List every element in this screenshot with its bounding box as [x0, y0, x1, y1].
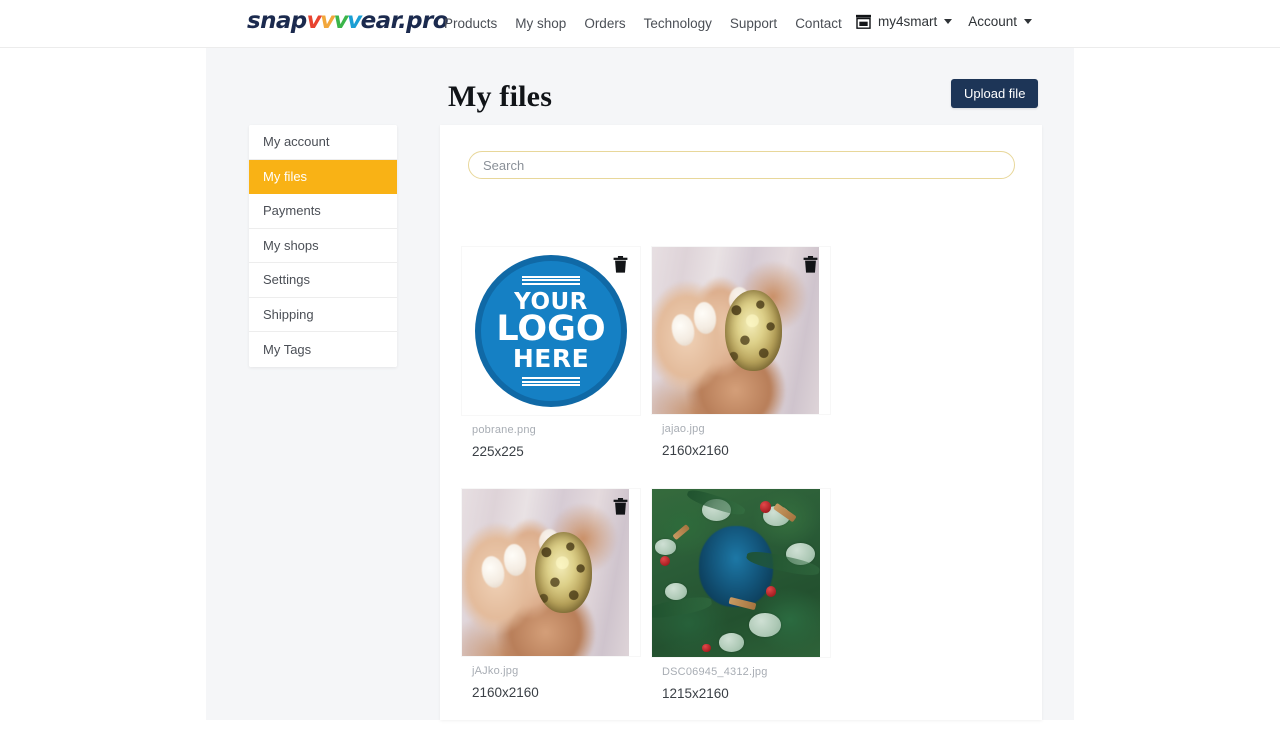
shop-selector-label: my4smart [878, 14, 938, 29]
chevron-down-icon [1024, 19, 1033, 24]
chevron-down-icon [944, 19, 953, 24]
logo-bars-top [522, 275, 580, 285]
account-sidebar-menu: My account My files Payments My shops Se… [249, 125, 397, 367]
nav-link-contact[interactable]: Contact [795, 16, 842, 31]
nav-link-my-shop[interactable]: My shop [515, 16, 566, 31]
file-thumbnail-container [652, 489, 830, 657]
file-thumbnail-container: YOUR LOGO HERE [462, 247, 640, 415]
account-menu-dropdown[interactable]: Account [968, 14, 1033, 29]
logo-line-3: HERE [512, 343, 590, 373]
header-right-controls: my4smart Account [855, 14, 1033, 29]
nav-link-technology[interactable]: Technology [644, 16, 712, 31]
logo-text-pre: snap [247, 8, 307, 34]
nav-link-support[interactable]: Support [730, 16, 777, 31]
file-card[interactable]: jAJko.jpg 2160x2160 [462, 489, 652, 701]
main-navigation: Products My shop Orders Technology Suppo… [444, 16, 842, 31]
shop-selector-dropdown[interactable]: my4smart [855, 14, 953, 29]
file-dimensions: 225x225 [472, 444, 524, 459]
file-dimensions: 2160x2160 [662, 443, 729, 458]
trash-icon[interactable] [613, 498, 628, 515]
file-name: pobrane.png [472, 424, 536, 436]
file-thumbnail-container [462, 489, 640, 656]
files-grid: YOUR LOGO HERE pobrane.png 225x225 jajao… [462, 247, 1022, 731]
file-card[interactable]: jajao.jpg 2160x2160 [652, 247, 842, 459]
sidebar-item-payments[interactable]: Payments [249, 194, 397, 229]
page-content-area: My files Upload file My account My files… [206, 48, 1074, 720]
top-header-bar: snapvvvvear.pro Products My shop Orders … [0, 0, 1280, 48]
photo-hand-holding-egg [462, 489, 629, 656]
photo-christmas-wreath [652, 489, 820, 657]
nav-link-products[interactable]: Products [444, 16, 497, 31]
file-name: jajao.jpg [662, 423, 705, 435]
search-container [468, 151, 1015, 179]
logo-bars-bottom [522, 377, 580, 387]
file-thumbnail-container [652, 247, 830, 414]
logo-line-2: LOGO [496, 309, 606, 350]
sidebar-item-my-shops[interactable]: My shops [249, 228, 397, 263]
logo-placeholder-thumb: YOUR LOGO HERE [475, 255, 627, 407]
upload-file-button[interactable]: Upload file [951, 79, 1039, 108]
file-card[interactable]: DSC06945_4312.jpg 1215x2160 [652, 489, 842, 701]
file-dimensions: 2160x2160 [472, 685, 539, 700]
file-card[interactable]: YOUR LOGO HERE pobrane.png 225x225 [462, 247, 652, 459]
site-logo[interactable]: snapvvvvear.pro [247, 8, 449, 34]
logo-text-post: ear.pro [360, 8, 449, 34]
photo-hand-holding-egg [652, 247, 819, 414]
sidebar-item-my-files[interactable]: My files [249, 159, 397, 194]
trash-icon[interactable] [803, 256, 818, 273]
file-dimensions: 1215x2160 [662, 686, 729, 701]
store-icon [856, 14, 871, 29]
file-name: jAJko.jpg [472, 665, 519, 677]
files-panel: YOUR LOGO HERE pobrane.png 225x225 [440, 125, 1042, 720]
nav-link-orders[interactable]: Orders [584, 16, 625, 31]
search-input[interactable] [468, 151, 1015, 179]
logo-rainbow-w: vvvv [306, 8, 362, 34]
sidebar-item-my-account[interactable]: My account [249, 125, 397, 160]
page-title: My files [448, 80, 553, 113]
trash-icon[interactable] [613, 256, 628, 273]
sidebar-item-settings[interactable]: Settings [249, 263, 397, 298]
sidebar-item-my-tags[interactable]: My Tags [249, 332, 397, 367]
account-menu-label: Account [968, 14, 1018, 29]
sidebar-item-shipping[interactable]: Shipping [249, 297, 397, 332]
file-name: DSC06945_4312.jpg [662, 666, 768, 678]
